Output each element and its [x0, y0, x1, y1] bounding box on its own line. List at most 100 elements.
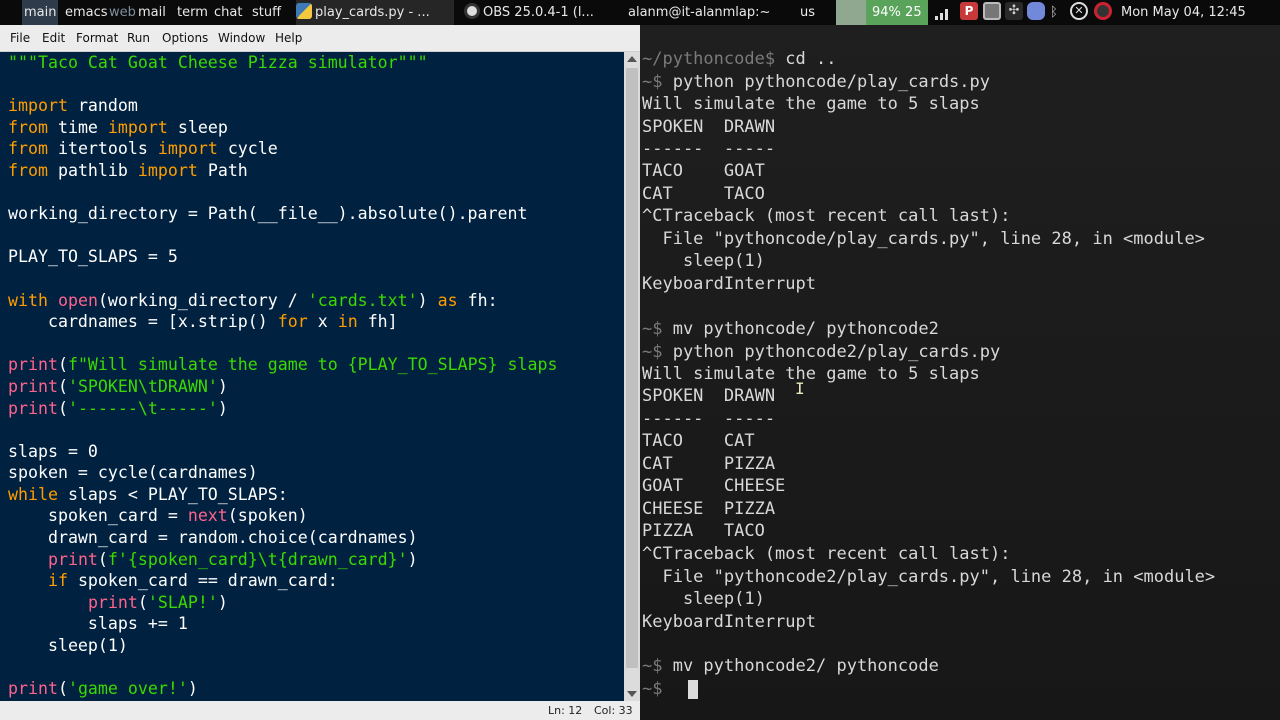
workspace-mail[interactable]: mail: [136, 0, 168, 25]
code-token: print: [47, 549, 98, 569]
obs-tray-icon[interactable]: [1094, 0, 1112, 25]
code-line: from itertools import cycle: [8, 138, 624, 160]
menu-file[interactable]: File: [10, 31, 30, 45]
clock[interactable]: Mon May 04, 12:45: [1121, 0, 1246, 25]
code-token: cycle: [217, 139, 278, 159]
terminal-line: ~$ mv pythoncode/ pythoncode2: [642, 318, 939, 340]
code-token: slaps += 1: [8, 614, 188, 634]
code-token: with: [8, 290, 48, 310]
workspace-chat[interactable]: chat: [212, 0, 244, 25]
terminal-text: cd ..: [785, 49, 837, 69]
code-line: print(f"Will simulate the game to {PLAY_…: [8, 354, 624, 376]
menu-edit[interactable]: Edit: [42, 31, 65, 45]
code-line: spoken_card = next(spoken): [8, 505, 624, 527]
menu-options[interactable]: Options: [162, 31, 208, 45]
terminal-line: sleep(1): [642, 250, 765, 272]
line-number: Ln: 12: [548, 704, 583, 717]
terminal-line: File "pythoncode/play_cards.py", line 28…: [642, 228, 1204, 250]
task-terminal[interactable]: alanm@it-alanmlap:~: [628, 0, 778, 25]
code-editor[interactable]: """Taco Cat Goat Cheese Pizza simulator"…: [0, 52, 624, 720]
code-line: sleep(1): [8, 635, 624, 657]
terminal-text: sleep(1): [642, 251, 765, 271]
workspace-web[interactable]: web: [107, 0, 138, 25]
code-token: slaps < PLAY_TO_SLAPS:: [57, 484, 288, 504]
scroll-down-arrow-icon[interactable]: [627, 691, 637, 697]
code-token: next: [187, 506, 228, 526]
menu-format[interactable]: Format: [76, 31, 118, 45]
cpu-graph: [836, 0, 866, 25]
editor-scrollbar[interactable]: [624, 52, 640, 701]
terminal-window[interactable]: ~/pythoncode$ cd .. ~$ python pythoncode/…: [640, 25, 1280, 720]
workspace-stuff[interactable]: stuff: [250, 0, 283, 25]
discord-icon[interactable]: [1027, 0, 1045, 25]
terminal-line: CHEESE PIZZA: [642, 498, 775, 520]
workspace-term[interactable]: term: [175, 0, 210, 25]
bluetooth-icon[interactable]: ᛒ: [1050, 0, 1058, 25]
code-line: if spoken_card == drawn_card:: [8, 570, 624, 592]
terminal-text: CAT PIZZA: [642, 454, 776, 474]
top-panel: main emacs web mail term chat stuff play…: [0, 0, 1280, 25]
menu-run[interactable]: Run: [127, 31, 150, 45]
code-token: (: [57, 376, 68, 396]
terminal-prompt: ~$: [642, 72, 673, 92]
workspace-main[interactable]: main: [22, 0, 59, 25]
code-token: f"Will simulate the game to {PLAY_TO_SLA…: [67, 355, 558, 375]
terminal-text: Will simulate the game to 5 slaps: [642, 94, 980, 114]
code-line: print(f'{spoken_card}\t{drawn_card}'): [8, 549, 624, 571]
code-token: spoken_card =: [8, 506, 188, 526]
terminal-prompt: ~$: [642, 679, 673, 699]
code-token: x: [307, 312, 338, 332]
code-token: random: [67, 96, 138, 116]
screen-icon[interactable]: [983, 0, 1001, 25]
menu-window[interactable]: Window: [218, 31, 265, 45]
terminal-line: KeyboardInterrupt: [642, 611, 816, 633]
battery-indicator[interactable]: 94% 25: [866, 0, 928, 25]
parking-icon[interactable]: P: [960, 0, 978, 25]
code-token: drawn_card = random.choice(cardnames): [8, 528, 418, 548]
terminal-text: SPOKEN DRAWN: [642, 386, 776, 406]
code-token: from: [8, 117, 48, 137]
scrollbar-thumb[interactable]: [626, 68, 638, 668]
workspace-emacs[interactable]: emacs: [63, 0, 110, 25]
editor-statusbar: Ln: 12 Col: 33: [0, 701, 640, 720]
code-token: (spoken): [227, 506, 308, 526]
terminal-line: Will simulate the game to 5 slaps: [642, 93, 980, 115]
code-token: 'game over!': [67, 679, 188, 699]
code-token: ): [187, 679, 198, 699]
menu-help[interactable]: Help: [275, 31, 302, 45]
code-line: slaps += 1: [8, 613, 624, 635]
code-token: import: [157, 139, 218, 159]
python-icon: [296, 3, 312, 19]
battery-extra: 25: [905, 5, 922, 20]
code-line: print('SLAP!'): [8, 592, 624, 614]
terminal-text: CHEESE PIZZA: [642, 499, 776, 519]
terminal-text: python pythoncode/play_cards.py: [672, 72, 990, 92]
terminal-line: ~$ python pythoncode2/play_cards.py: [642, 341, 1000, 363]
terminal-text: TACO GOAT: [642, 161, 765, 181]
code-token: if: [47, 571, 68, 591]
signal-icon[interactable]: [934, 0, 952, 25]
keyboard-layout[interactable]: us: [800, 0, 815, 25]
code-line: cardnames = [x.strip() for x in fh]: [8, 311, 624, 333]
code-line: from time import sleep: [8, 117, 624, 139]
code-token: while: [8, 484, 58, 504]
scroll-up-arrow-icon[interactable]: [627, 56, 637, 62]
code-line: PLAY_TO_SLAPS = 5: [8, 246, 624, 268]
task-editor[interactable]: play_cards.py - ...: [296, 0, 454, 25]
terminal-text: SPOKEN DRAWN: [642, 117, 776, 137]
terminal-line: SPOKEN DRAWN: [642, 385, 775, 407]
terminal-line: ^CTraceback (most recent call last):: [642, 205, 1010, 227]
task-obs[interactable]: OBS 25.0.4-1 (l...: [464, 0, 622, 25]
terminal-text: KeyboardInterrupt: [642, 274, 816, 294]
code-token: (: [57, 679, 68, 699]
network-icon[interactable]: ✣: [1005, 0, 1023, 25]
code-line: working_directory = Path(__file__).absol…: [8, 203, 624, 225]
close-circle-icon[interactable]: ✕: [1070, 0, 1088, 25]
